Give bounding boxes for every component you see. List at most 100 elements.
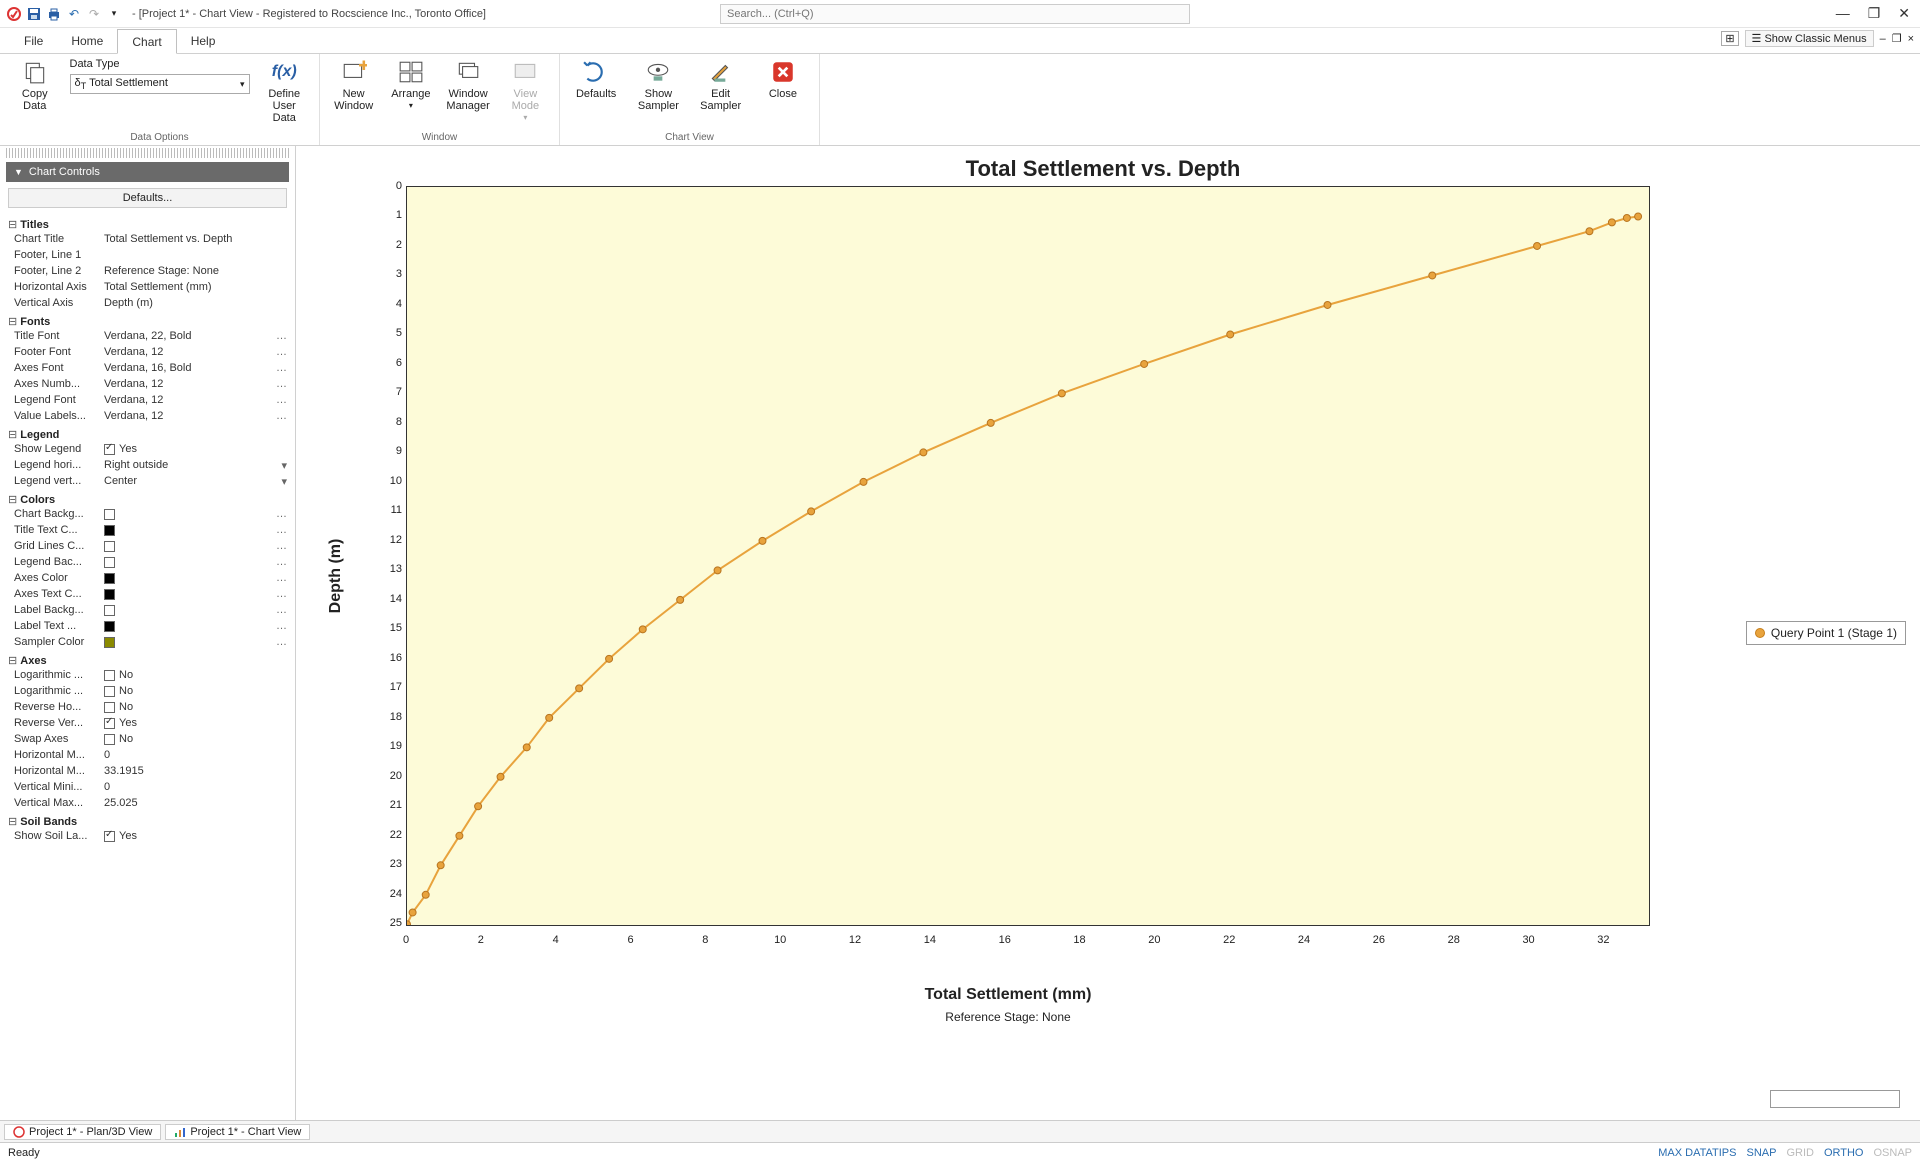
edit-sampler-button[interactable]: Edit Sampler (695, 58, 747, 112)
chart-curve (407, 187, 1649, 925)
maximize-icon[interactable]: ❐ (1868, 5, 1881, 22)
pencil-icon (707, 58, 735, 86)
search-input[interactable] (720, 4, 1190, 24)
arrange-button[interactable]: Arrange▾ (387, 58, 434, 111)
color-swatch-icon[interactable] (104, 637, 115, 648)
checkbox-icon[interactable] (104, 734, 115, 745)
close-button[interactable]: Close (757, 58, 809, 100)
checkbox-icon[interactable] (104, 444, 115, 455)
color-swatch-icon[interactable] (104, 621, 115, 632)
status-ready: Ready (8, 1147, 40, 1159)
status-snap[interactable]: SNAP (1746, 1147, 1776, 1159)
color-swatch-icon[interactable] (104, 541, 115, 552)
status-osnap[interactable]: OSNAP (1873, 1147, 1912, 1159)
color-swatch-icon[interactable] (104, 573, 115, 584)
view-mode-button[interactable]: View Mode▾ (502, 58, 549, 123)
title-bar: ↶ ↷ ▾ - [Project 1* - Chart View - Regis… (0, 0, 1920, 28)
chart-title: Total Settlement vs. Depth (306, 156, 1900, 182)
app-icon (13, 1126, 25, 1138)
redo-icon[interactable]: ↷ (86, 6, 102, 22)
grip-icon[interactable] (6, 148, 289, 158)
legend-marker-icon (1755, 628, 1765, 638)
group-legend[interactable]: Legend (8, 428, 287, 441)
sidebar: Chart Controls Defaults... Titles Chart … (0, 146, 296, 1120)
window-manager-button[interactable]: Window Manager (445, 58, 492, 112)
ribbon-group-chart-view: Chart View (570, 130, 809, 143)
mdi-minimize-icon[interactable]: – (1880, 33, 1886, 45)
close-icon (769, 58, 797, 86)
legend-item-label: Query Point 1 (Stage 1) (1771, 626, 1897, 640)
app-icon (6, 6, 22, 22)
qat-dropdown-icon[interactable]: ▾ (106, 6, 122, 22)
new-window-icon: ✚ (340, 58, 368, 86)
window-manager-icon (454, 58, 482, 86)
group-soil[interactable]: Soil Bands (8, 815, 287, 828)
ribbon-group-window: Window (330, 130, 549, 143)
color-swatch-icon[interactable] (104, 589, 115, 600)
layout-icon[interactable]: ⊞ (1721, 31, 1738, 46)
defaults-button[interactable]: Defaults (570, 58, 622, 100)
defaults-icon (582, 58, 610, 86)
status-ortho[interactable]: ORTHO (1824, 1147, 1864, 1159)
status-grid[interactable]: GRID (1786, 1147, 1814, 1159)
x-axis-label: Total Settlement (mm) (925, 986, 1092, 1004)
view-mode-icon (511, 58, 539, 86)
define-user-data-button[interactable]: f(x) Define User Data (260, 58, 310, 124)
chart-footer: Reference Stage: None (945, 1010, 1070, 1024)
document-tabs: Project 1* - Plan/3D View Project 1* - C… (0, 1120, 1920, 1142)
ribbon: Copy Data Data Type δT Total Settlement … (0, 54, 1920, 146)
menu-chart[interactable]: Chart (117, 29, 176, 54)
menu-help[interactable]: Help (177, 28, 230, 53)
ribbon-group-data-options: Data Options (10, 130, 309, 143)
color-swatch-icon[interactable] (104, 525, 115, 536)
color-swatch-icon[interactable] (104, 509, 115, 520)
tab-chart-view[interactable]: Project 1* - Chart View (165, 1124, 310, 1140)
plot-frame: Depth (m) 012345678910111213141516171819… (366, 186, 1650, 966)
group-fonts[interactable]: Fonts (8, 315, 287, 328)
close-window-icon[interactable]: ✕ (1898, 5, 1910, 22)
eye-icon (644, 58, 672, 86)
svg-text:✚: ✚ (358, 59, 367, 73)
menu-home[interactable]: Home (57, 28, 117, 53)
plot-area[interactable] (406, 186, 1650, 926)
data-type-label: Data Type (70, 58, 250, 70)
chevron-down-icon: ▾ (240, 79, 245, 90)
mdi-close-icon[interactable]: × (1908, 33, 1914, 45)
chart-icon (174, 1126, 186, 1138)
checkbox-icon[interactable] (104, 702, 115, 713)
checkbox-icon[interactable] (104, 686, 115, 697)
group-titles[interactable]: Titles (8, 218, 287, 231)
new-window-button[interactable]: ✚ New Window (330, 58, 377, 112)
coordinate-readout (1770, 1090, 1900, 1108)
menu-bar: File Home Chart Help ⊞ ☰ Show Classic Me… (0, 28, 1920, 54)
chart-defaults-button[interactable]: Defaults... (8, 188, 287, 208)
window-title: - [Project 1* - Chart View - Registered … (132, 8, 486, 20)
checkbox-icon[interactable] (104, 718, 115, 729)
print-icon[interactable] (46, 6, 62, 22)
menu-file[interactable]: File (10, 28, 57, 53)
checkbox-icon[interactable] (104, 670, 115, 681)
group-axes[interactable]: Axes (8, 654, 287, 667)
minimize-icon[interactable]: — (1836, 5, 1850, 22)
show-classic-menus-button[interactable]: ☰ Show Classic Menus (1745, 30, 1874, 47)
color-swatch-icon[interactable] (104, 557, 115, 568)
show-sampler-button[interactable]: Show Sampler (632, 58, 684, 112)
chart-view: Total Settlement vs. Depth Depth (m) 012… (296, 146, 1920, 1120)
checkbox-icon[interactable] (104, 831, 115, 842)
color-swatch-icon[interactable] (104, 605, 115, 616)
arrange-icon (397, 58, 425, 86)
save-icon[interactable] (26, 6, 42, 22)
status-max-datatips[interactable]: MAX DATATIPS (1658, 1147, 1736, 1159)
property-grid[interactable]: Titles Chart TitleTotal Settlement vs. D… (8, 214, 287, 844)
copy-data-button[interactable]: Copy Data (10, 58, 60, 112)
y-axis-ticks: 0123456789101112131415161718192021222324… (366, 186, 404, 926)
tab-plan-3d-view[interactable]: Project 1* - Plan/3D View (4, 1124, 161, 1140)
mdi-restore-icon[interactable]: ❐ (1892, 32, 1902, 45)
data-type-select[interactable]: δT Total Settlement ▾ (70, 74, 250, 94)
undo-icon[interactable]: ↶ (66, 6, 82, 22)
chart-controls-header[interactable]: Chart Controls (6, 162, 289, 182)
status-bar: Ready MAX DATATIPS SNAP GRID ORTHO OSNAP (0, 1142, 1920, 1162)
group-colors[interactable]: Colors (8, 493, 287, 506)
copy-icon (21, 58, 49, 86)
chart-legend[interactable]: Query Point 1 (Stage 1) (1746, 621, 1906, 645)
